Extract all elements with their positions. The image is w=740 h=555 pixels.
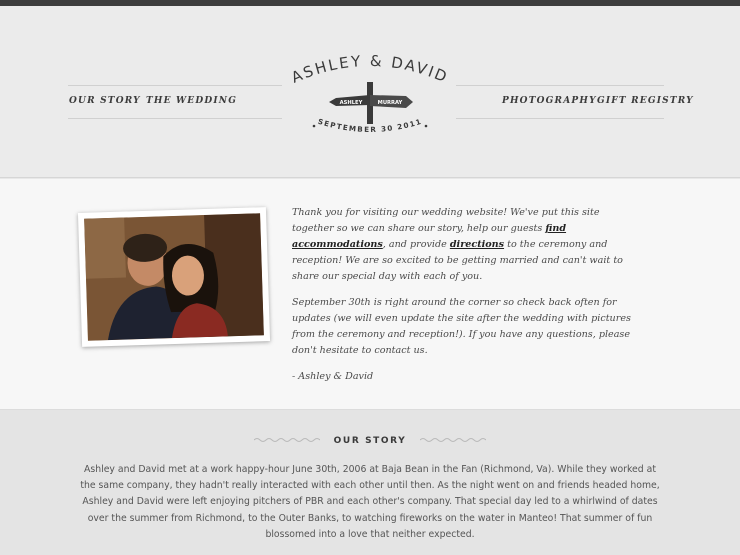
intro-text: Thank you for visiting our wedding websi…: [292, 205, 632, 395]
our-story-text: Ashley and David met at a work happy-hou…: [80, 464, 660, 540]
date-dot-right: [424, 124, 428, 128]
intro-signature: - Ashley & David: [292, 371, 374, 382]
nav-the-wedding[interactable]: THE WEDDING: [146, 96, 237, 106]
nav-rule-bottom-right: [456, 118, 664, 119]
nav-gift-registry[interactable]: GIFT REGISTRY: [597, 96, 694, 106]
date-dot-left: [312, 124, 316, 128]
nav-photography[interactable]: PHOTOGRAPHY: [502, 96, 597, 106]
logo-names: ASHLEY & DAVID: [289, 52, 452, 87]
nav-rule-bottom-left: [68, 118, 282, 119]
story-title-ornament-right: [420, 438, 486, 442]
story-title-ornament-left: [254, 438, 320, 442]
sign-left-label: ASHLEY: [340, 100, 363, 106]
intro-paragraph-1: Thank you for visiting our wedding websi…: [292, 207, 623, 282]
couple-photo-image: [84, 213, 264, 341]
intro-paragraph-2: September 30th is right around the corne…: [292, 297, 631, 356]
logo-emblem: ASHLEY & DAVID ASHLEY MURRAY SEPTEMBER 3…: [289, 52, 452, 134]
couple-photo: [77, 207, 271, 347]
nav-rule-top-left: [68, 85, 282, 86]
nav-our-story[interactable]: OUR STORY: [69, 96, 141, 106]
our-story-heading: OUR STORY: [333, 436, 407, 446]
site-logo[interactable]: ASHLEY & DAVID ASHLEY MURRAY SEPTEMBER 3…: [280, 48, 460, 144]
directions-link[interactable]: directions: [450, 239, 504, 250]
sign-right-label: MURRAY: [378, 100, 403, 106]
nav-rule-top-right: [456, 85, 664, 86]
